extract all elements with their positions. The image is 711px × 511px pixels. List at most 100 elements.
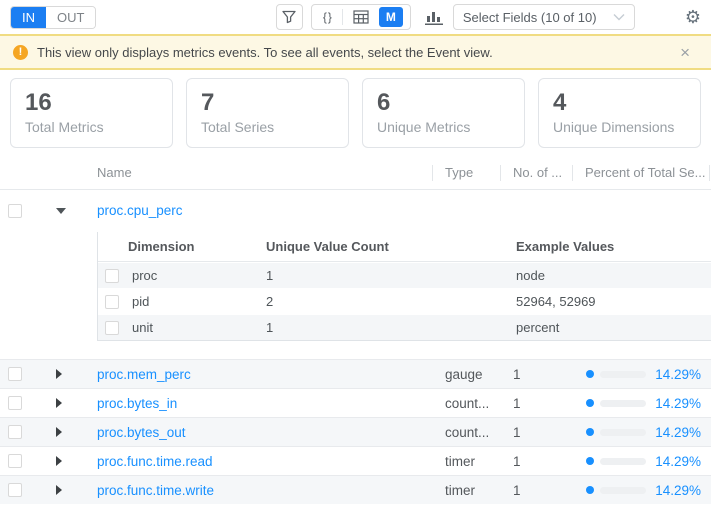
- percent-bar-track: [600, 457, 646, 465]
- toggle-in-button[interactable]: IN: [11, 6, 46, 28]
- card-total-metrics: 16 Total Metrics: [10, 78, 173, 148]
- toolbar-right-cluster: {} M Select Fields (10 of 10) ⚙: [275, 4, 701, 30]
- series-count: 1: [513, 424, 521, 440]
- filter-button[interactable]: [275, 4, 303, 30]
- metric-link[interactable]: proc.func.time.write: [97, 483, 214, 498]
- row-checkbox[interactable]: [8, 204, 22, 218]
- metric-link[interactable]: proc.cpu_perc: [97, 203, 183, 218]
- stat-value: 7: [201, 89, 215, 116]
- expand-caret-icon[interactable]: [56, 485, 62, 495]
- table-row[interactable]: proc.mem_perc gauge 1 14.29%: [0, 359, 711, 388]
- percent-dot-icon: [586, 486, 594, 494]
- dimensions-table-header: Dimension Unique Value Count Example Val…: [98, 232, 711, 262]
- col-header-no-of[interactable]: No. of ...: [500, 156, 572, 189]
- stat-cards: 16 Total Metrics 7 Total Series 6 Unique…: [0, 70, 711, 156]
- unique-value-count: 1: [266, 320, 274, 335]
- expand-caret-icon[interactable]: [56, 456, 62, 466]
- divider: [341, 9, 343, 25]
- stat-label: Unique Dimensions: [553, 119, 675, 135]
- col-header-name[interactable]: Name: [90, 156, 432, 189]
- dimension-name: proc: [132, 268, 158, 283]
- col-header-percent[interactable]: Percent of Total Se...: [572, 156, 711, 189]
- percent-value: 14.29%: [655, 453, 701, 469]
- json-braces-icon[interactable]: {}: [319, 10, 337, 24]
- dimension-row[interactable]: pid 2 52964, 52969: [98, 288, 711, 314]
- table-row[interactable]: proc.bytes_out count... 1 14.29%: [0, 417, 711, 446]
- metric-type: count...: [445, 395, 490, 411]
- col-header-dimension: Dimension: [128, 239, 195, 254]
- card-total-series: 7 Total Series: [186, 78, 349, 148]
- metrics-view-button[interactable]: M: [378, 7, 403, 27]
- chevron-down-icon: [613, 13, 625, 21]
- col-header-type[interactable]: Type: [432, 156, 500, 189]
- percent-value: 14.29%: [655, 395, 701, 411]
- unique-value-count: 1: [266, 268, 274, 283]
- series-count: 1: [513, 482, 521, 498]
- stat-value: 4: [553, 89, 567, 116]
- metric-link[interactable]: proc.mem_perc: [97, 367, 191, 382]
- metric-link[interactable]: proc.bytes_in: [97, 396, 177, 411]
- warning-icon: !: [13, 44, 28, 60]
- table-row-expanded[interactable]: proc.cpu_perc: [0, 190, 711, 232]
- row-checkbox[interactable]: [105, 294, 119, 309]
- table-view-button[interactable]: [348, 10, 374, 24]
- filter-funnel-icon: [281, 9, 297, 25]
- percent-dot-icon: [586, 457, 594, 465]
- example-values: 52964, 52969: [516, 294, 596, 309]
- dimensions-table: Dimension Unique Value Count Example Val…: [97, 232, 711, 341]
- metric-type: timer: [445, 453, 475, 469]
- settings-gear-icon[interactable]: ⚙: [685, 8, 701, 26]
- percent-dot-icon: [586, 399, 594, 407]
- stat-value: 16: [25, 89, 52, 116]
- view-mode-group: {} M: [310, 4, 411, 30]
- row-checkbox[interactable]: [8, 425, 22, 439]
- series-count: 1: [513, 395, 521, 411]
- select-fields-dropdown[interactable]: Select Fields (10 of 10): [452, 4, 635, 30]
- series-count: 1: [513, 366, 521, 382]
- example-values: percent: [516, 320, 560, 335]
- example-values: node: [516, 268, 545, 283]
- expand-caret-icon[interactable]: [56, 398, 62, 408]
- card-unique-dimensions: 4 Unique Dimensions: [538, 78, 701, 148]
- percent-bar-track: [600, 399, 646, 407]
- row-checkbox[interactable]: [105, 320, 119, 335]
- close-icon[interactable]: ×: [672, 44, 698, 61]
- table-row[interactable]: proc.bytes_in count... 1 14.29%: [0, 388, 711, 417]
- chart-toggle-button[interactable]: [424, 8, 444, 26]
- metric-type: timer: [445, 482, 475, 498]
- row-checkbox[interactable]: [8, 367, 22, 381]
- table-row[interactable]: proc.func.time.write timer 1 14.29%: [0, 475, 711, 504]
- metric-link[interactable]: proc.func.time.read: [97, 454, 213, 469]
- histogram-icon: [424, 12, 443, 25]
- percent-value: 14.29%: [655, 366, 701, 382]
- toggle-out-button[interactable]: OUT: [46, 6, 96, 28]
- stat-label: Unique Metrics: [377, 119, 471, 135]
- row-checkbox[interactable]: [8, 483, 22, 497]
- toolbar: IN OUT {} M Select Fields (10 of 10) ⚙: [0, 0, 711, 34]
- banner-message: This view only displays metrics events. …: [37, 44, 493, 60]
- metric-link[interactable]: proc.bytes_out: [97, 425, 186, 440]
- table-grid-icon: [353, 10, 369, 24]
- expand-caret-icon[interactable]: [56, 427, 62, 437]
- col-header-example-values: Example Values: [516, 239, 615, 254]
- dimension-name: unit: [132, 320, 153, 335]
- metric-type: gauge: [445, 366, 483, 382]
- percent-value: 14.29%: [655, 482, 701, 498]
- percent-bar-track: [600, 428, 646, 436]
- row-checkbox[interactable]: [8, 454, 22, 468]
- dimension-row[interactable]: proc 1 node: [98, 262, 711, 288]
- dimension-row[interactable]: unit 1 percent: [98, 314, 711, 340]
- percent-value: 14.29%: [655, 424, 701, 440]
- series-count: 1: [513, 453, 521, 469]
- dimension-name: pid: [132, 294, 150, 309]
- percent-dot-icon: [586, 370, 594, 378]
- stat-label: Total Metrics: [25, 119, 104, 135]
- table-row[interactable]: proc.func.time.read timer 1 14.29%: [0, 446, 711, 475]
- row-checkbox[interactable]: [8, 396, 22, 410]
- table-header: Name Type No. of ... Percent of Total Se…: [0, 156, 711, 190]
- row-checkbox[interactable]: [105, 268, 119, 283]
- expand-caret-icon[interactable]: [56, 369, 62, 379]
- collapse-caret-icon[interactable]: [56, 208, 66, 214]
- unique-value-count: 2: [266, 294, 274, 309]
- stat-label: Total Series: [201, 119, 275, 135]
